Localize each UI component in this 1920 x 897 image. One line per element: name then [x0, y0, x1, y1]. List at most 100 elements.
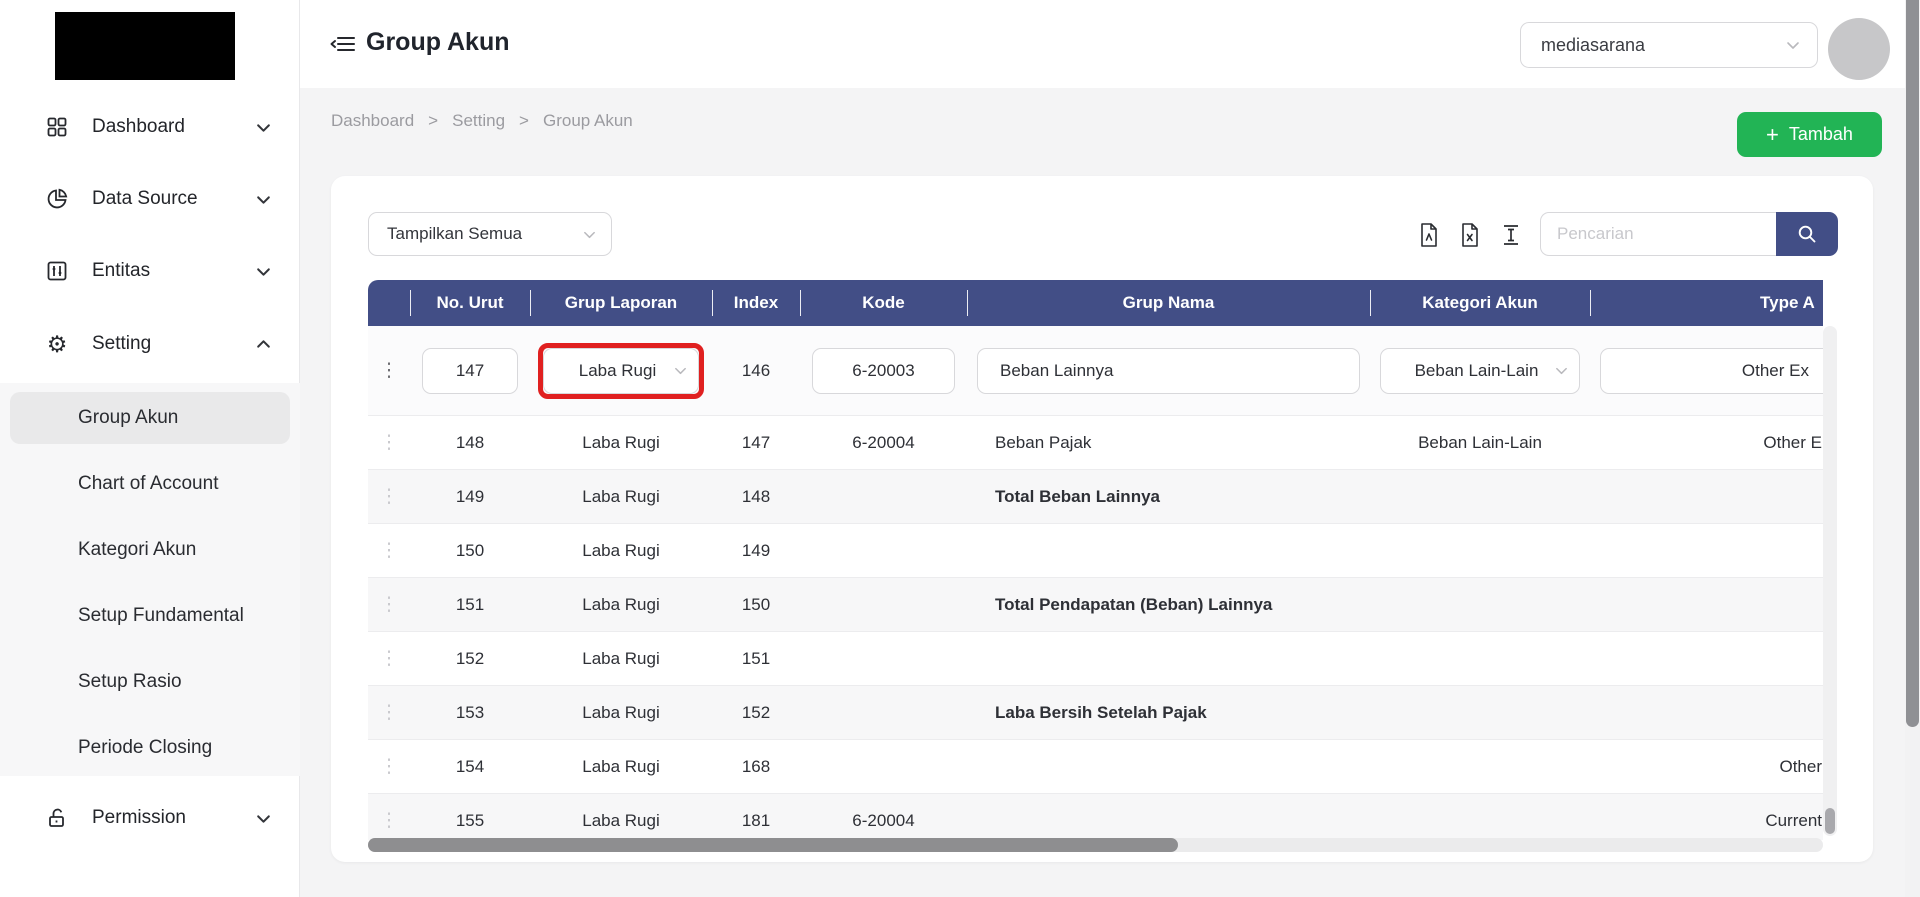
export-pdf-icon[interactable] [1416, 222, 1442, 248]
drag-handle[interactable]: ⋮ [368, 755, 410, 778]
table-vertical-scrollbar-thumb[interactable] [1825, 808, 1835, 834]
highlight-red-ring: Laba Rugi [538, 343, 704, 399]
sidebar-toggle-icon[interactable] [330, 32, 356, 56]
drag-handle[interactable]: ⋮ [368, 431, 410, 454]
sidebar-item-permission[interactable]: Permission [0, 794, 300, 842]
grup-nama-input[interactable]: Beban Lainnya [977, 348, 1360, 394]
tambah-button[interactable]: + Tambah [1737, 112, 1882, 157]
page-scrollbar [1905, 0, 1920, 897]
no-urut-cell: 150 [410, 541, 530, 561]
table-row[interactable]: ⋮ 155 Laba Rugi 181 6-20004 Current [368, 794, 1823, 840]
chevron-down-icon [255, 263, 272, 280]
sidebar-item-entitas[interactable]: Entitas [0, 247, 300, 295]
search-icon [1796, 223, 1818, 245]
table-row[interactable]: ⋮ 150 Laba Rugi 149 [368, 524, 1823, 578]
grup-nama-cell: Total Pendapatan (Beban) Lainnya [967, 595, 1370, 615]
table-edit-row: ⋮ 147 Laba Rugi 146 6-20003 [368, 326, 1823, 416]
chevron-down-icon [1554, 363, 1569, 378]
type-akun-input[interactable]: Other Ex [1600, 348, 1823, 394]
table-horizontal-scrollbar-thumb[interactable] [368, 838, 1178, 852]
column-header-type-akun[interactable]: Type A [1590, 280, 1823, 326]
table-row[interactable]: ⋮ 153 Laba Rugi 152 Laba Bersih Setelah … [368, 686, 1823, 740]
no-urut-input[interactable]: 147 [422, 348, 518, 394]
drag-handle[interactable]: ⋮ [368, 485, 410, 508]
breadcrumb-item-setting[interactable]: Setting [452, 111, 505, 131]
sidebar-item-group-akun[interactable]: Group Akun [10, 392, 290, 444]
type-akun-cell: Other E [1590, 433, 1823, 453]
table-row[interactable]: ⋮ 152 Laba Rugi 151 [368, 632, 1823, 686]
text-height-icon[interactable] [1498, 222, 1524, 248]
search-bar [1540, 212, 1838, 256]
page-scrollbar-thumb[interactable] [1906, 0, 1919, 727]
gear-icon: ⚙ [44, 331, 70, 357]
grup-laporan-select[interactable]: Laba Rugi [543, 348, 699, 394]
grup-laporan-cell: Laba Rugi [530, 433, 712, 453]
column-header-index[interactable]: Index [712, 280, 800, 326]
table-card: Tampilkan Semua [331, 176, 1873, 862]
column-header-kategori-akun[interactable]: Kategori Akun [1370, 280, 1590, 326]
index-cell: 181 [712, 811, 800, 831]
chevron-down-icon [673, 363, 688, 378]
breadcrumb-item-dashboard[interactable]: Dashboard [331, 111, 414, 131]
index-cell: 168 [712, 757, 800, 777]
table-row[interactable]: ⋮ 149 Laba Rugi 148 Total Beban Lainnya [368, 470, 1823, 524]
kode-cell: 6-20004 [800, 811, 967, 831]
chevron-down-icon [255, 810, 272, 827]
grup-laporan-cell: Laba Rugi [530, 487, 712, 507]
content: Dashboard > Setting > Group Akun + Tamba… [300, 88, 1905, 897]
grup-laporan-cell: Laba Rugi [530, 757, 712, 777]
sidebar-item-chart-of-account[interactable]: Chart of Account [10, 458, 290, 510]
drag-handle[interactable]: ⋮ [368, 539, 410, 562]
drag-handle[interactable]: ⋮ [368, 809, 410, 832]
table-body: ⋮ 148 Laba Rugi 147 6-20004 Beban Pajak … [368, 416, 1823, 840]
index-cell: 152 [712, 703, 800, 723]
column-header-no-urut[interactable]: No. Urut [410, 280, 530, 326]
sidebar-item-dashboard[interactable]: Dashboard [0, 103, 300, 151]
drag-handle[interactable]: ⋮ [368, 647, 410, 670]
column-header-grup-nama[interactable]: Grup Nama [967, 280, 1370, 326]
grup-laporan-cell: Laba Rugi [530, 595, 712, 615]
grup-nama-cell: Beban Pajak [967, 433, 1370, 453]
drag-handle[interactable]: ⋮ [368, 359, 410, 382]
entity-select[interactable]: mediasarana [1520, 22, 1818, 68]
search-input[interactable] [1540, 212, 1776, 256]
grup-laporan-cell: Laba Rugi [530, 811, 712, 831]
no-urut-cell: 148 [410, 433, 530, 453]
breadcrumb-item-group-akun[interactable]: Group Akun [543, 111, 633, 131]
index-cell: 147 [712, 433, 800, 453]
chevron-up-icon [255, 336, 272, 353]
app-logo [55, 12, 235, 80]
kategori-akun-select[interactable]: Beban Lain-Lain [1380, 348, 1580, 394]
search-button[interactable] [1776, 212, 1838, 256]
sidebar: Dashboard Data Source Entitas ⚙ Setting … [0, 0, 300, 897]
grup-laporan-cell: Laba Rugi [530, 541, 712, 561]
grid-icon [44, 114, 70, 140]
no-urut-cell: 152 [410, 649, 530, 669]
sidebar-item-setup-fundamental[interactable]: Setup Fundamental [10, 590, 290, 642]
tambah-button-label: Tambah [1789, 124, 1853, 145]
filter-select[interactable]: Tampilkan Semua [368, 212, 612, 256]
sidebar-item-periode-closing[interactable]: Periode Closing [10, 722, 290, 774]
export-excel-icon[interactable] [1457, 222, 1483, 248]
sidebar-item-kategori-akun[interactable]: Kategori Akun [10, 524, 290, 576]
sidebar-item-label: Data Source [92, 188, 255, 210]
table-vertical-scrollbar [1823, 326, 1837, 836]
column-header-kode[interactable]: Kode [800, 280, 967, 326]
sidebar-item-label: Entitas [92, 260, 255, 282]
sidebar-item-setting[interactable]: ⚙ Setting [0, 320, 300, 368]
breadcrumb-separator: > [519, 111, 529, 131]
no-urut-cell: 151 [410, 595, 530, 615]
entity-select-value: mediasarana [1541, 35, 1785, 56]
grup-laporan-select-value: Laba Rugi [562, 361, 673, 381]
kode-input[interactable]: 6-20003 [812, 348, 955, 394]
drag-handle[interactable]: ⋮ [368, 593, 410, 616]
table-row[interactable]: ⋮ 154 Laba Rugi 168 Other [368, 740, 1823, 794]
sidebar-item-setup-rasio[interactable]: Setup Rasio [10, 656, 290, 708]
avatar[interactable] [1828, 18, 1890, 80]
kode-cell: 6-20004 [800, 433, 967, 453]
column-header-grup-laporan[interactable]: Grup Laporan [530, 280, 712, 326]
sidebar-item-data-source[interactable]: Data Source [0, 175, 300, 223]
table-row[interactable]: ⋮ 151 Laba Rugi 150 Total Pendapatan (Be… [368, 578, 1823, 632]
drag-handle[interactable]: ⋮ [368, 701, 410, 724]
table-row[interactable]: ⋮ 148 Laba Rugi 147 6-20004 Beban Pajak … [368, 416, 1823, 470]
